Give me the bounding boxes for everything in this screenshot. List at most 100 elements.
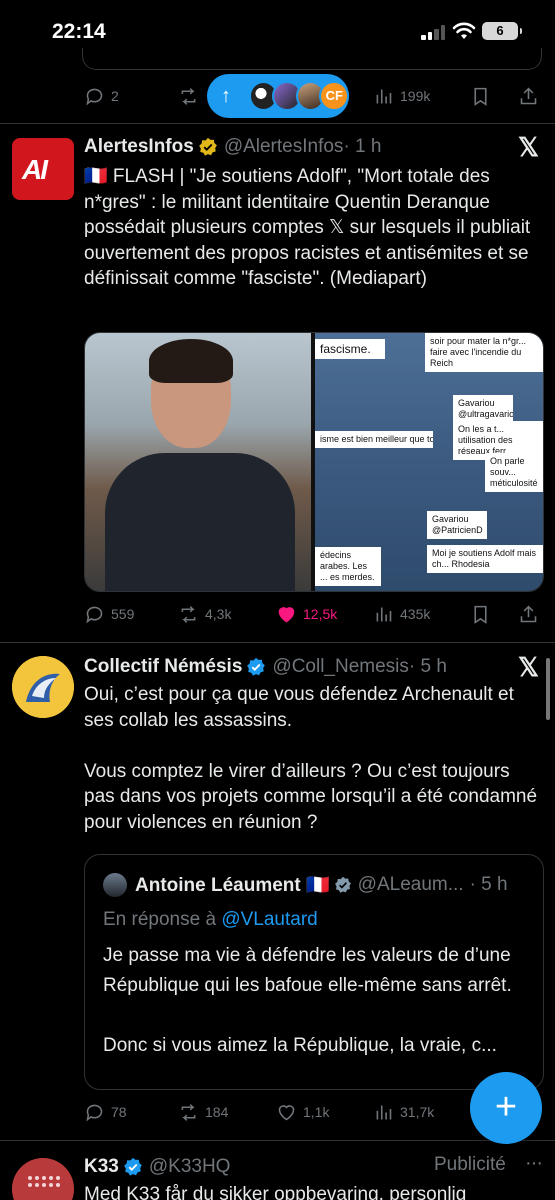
verified-badge-icon <box>247 657 266 676</box>
repost-icon <box>181 87 196 105</box>
collage-snippet: isme est bien meilleur que ton <box>315 431 433 448</box>
share-icon <box>520 87 537 104</box>
views-icon <box>376 89 392 103</box>
avatar[interactable] <box>12 1158 74 1200</box>
new-post-avatar: CF <box>319 81 350 111</box>
post-time: · 1 h <box>343 136 382 157</box>
repost-icon <box>181 1103 196 1121</box>
cellular-signal-icon <box>421 25 447 40</box>
quoted-post-text: Je passe ma vie à défendre les valeurs d… <box>103 945 512 1056</box>
photo-shirt <box>105 453 295 591</box>
collage-snippet: Gavariou @PatricienD <box>427 511 487 539</box>
new-posts-button[interactable]: ↑ CF <box>207 74 350 118</box>
compose-post-button[interactable]: + <box>470 1072 542 1144</box>
views-icon <box>376 1105 392 1119</box>
quoted-post-header: Antoine Léaument 🇫🇷 @ALeaum... · 5 h <box>103 873 508 897</box>
reply-button[interactable]: 2 <box>84 76 119 116</box>
author-handle[interactable]: @K33HQ <box>149 1156 231 1178</box>
collage-snippet: soir pour mater la n*gr... faire avec l'… <box>425 333 543 372</box>
reply-count: 559 <box>111 606 135 622</box>
like-button[interactable]: 12,5k <box>276 594 337 634</box>
post-header: K33 @K33HQ <box>84 1154 230 1180</box>
author-handle[interactable]: @AlertesInfos <box>224 136 344 158</box>
more-options-icon[interactable]: ··· <box>525 1152 543 1175</box>
collage-snippet: Moi je soutiens Adolf mais ch... Rhodesi… <box>427 545 543 573</box>
bookmark-icon <box>474 87 487 106</box>
like-button[interactable]: 1,1k <box>276 1092 329 1132</box>
screenshot-collage-photo[interactable]: fascisme. soir pour mater la n*gr... fai… <box>315 333 543 591</box>
quoted-post-time: · 5 h <box>469 874 508 895</box>
reply-button[interactable]: 559 <box>84 594 134 634</box>
quoted-author-avatar <box>103 873 127 897</box>
post-media[interactable]: fascisme. soir pour mater la n*gr... fai… <box>84 332 544 592</box>
bookmark-icon <box>474 605 487 624</box>
post-text: 🇫🇷 FLASH | "Je soutiens Adolf", "Mort to… <box>84 166 531 289</box>
avatar[interactable] <box>12 656 74 718</box>
like-count: 1,1k <box>303 1104 330 1120</box>
author-handle[interactable]: @Coll_Nemesis <box>272 656 409 678</box>
heart-icon <box>278 1104 295 1120</box>
collage-snippet: Gavariou @ultragavariou <box>453 395 513 423</box>
author-name[interactable]: Collectif Némésis <box>84 656 242 678</box>
post-divider <box>0 642 555 643</box>
battery-icon: 6 <box>482 22 522 40</box>
collage-snippet: édecins arabes. Les ... es merdes. <box>315 547 381 586</box>
views-button[interactable]: 31,7k <box>373 1092 434 1132</box>
reply-button[interactable]: 78 <box>84 1092 127 1132</box>
share-button[interactable] <box>518 76 539 116</box>
author-name[interactable]: AlertesInfos <box>84 136 194 158</box>
repost-button[interactable]: 4,3k <box>178 594 231 634</box>
verified-badge-icon <box>124 1157 142 1176</box>
reply-icon <box>86 88 103 105</box>
previous-quote-card-edge <box>82 48 542 70</box>
post-action-bar: 559 4,3k 12,5k 435k <box>0 594 555 634</box>
portrait-photo[interactable] <box>85 333 311 591</box>
bookmark-button[interactable] <box>470 594 491 634</box>
author-name[interactable]: K33 <box>84 1156 119 1178</box>
bookmark-button[interactable] <box>470 76 491 116</box>
share-icon <box>520 605 537 622</box>
status-time: 22:14 <box>52 20 106 43</box>
reply-icon <box>86 606 103 623</box>
reply-context-label: En réponse à <box>103 909 217 930</box>
ad-label: Publicité <box>434 1154 506 1175</box>
nemesis-logo-icon <box>12 656 74 718</box>
photo-hair <box>149 339 233 383</box>
post-header: AlertesInfos @AlertesInfos · 1 h <box>84 134 381 160</box>
like-count: 12,5k <box>303 606 338 622</box>
avatar-logo-text: AI <box>22 154 48 185</box>
x-logo-icon: 𝕏 <box>518 652 539 682</box>
reply-count: 2 <box>111 88 119 104</box>
views-button[interactable]: 199k <box>373 76 430 116</box>
post-text: Med K33 får du sikker oppbevaring, perso… <box>84 1184 467 1200</box>
k33-logo-icon <box>12 1158 74 1200</box>
heart-filled-icon <box>278 606 295 622</box>
collage-snippet: On parle souv... méticulosité <box>485 453 543 492</box>
avatar[interactable]: AI <box>12 138 74 200</box>
repost-button[interactable] <box>178 76 199 116</box>
arrow-up-icon: ↑ <box>221 84 231 107</box>
gray-verified-badge-icon <box>334 876 351 893</box>
repost-button[interactable]: 184 <box>178 1092 228 1132</box>
quoted-post-card[interactable]: Antoine Léaument 🇫🇷 @ALeaum... · 5 h En … <box>84 854 544 1090</box>
repost-count: 184 <box>205 1104 229 1120</box>
post-time: · 5 h <box>408 656 447 677</box>
views-button[interactable]: 435k <box>373 594 430 634</box>
views-count: 435k <box>400 606 431 622</box>
reply-mention-link[interactable]: @VLautard <box>221 909 317 930</box>
views-icon <box>376 607 392 621</box>
quoted-author-handle: @ALeaum... <box>357 874 464 895</box>
collage-snippet: fascisme. <box>315 339 385 359</box>
post-divider <box>0 123 555 124</box>
post-text: Oui, c’est pour ça que vous défendez Arc… <box>84 684 538 833</box>
repost-icon <box>181 605 196 623</box>
repost-count: 4,3k <box>205 606 232 622</box>
scrollbar[interactable] <box>546 658 550 720</box>
gold-verified-badge-icon <box>198 137 217 156</box>
quoted-author-name: Antoine Léaument 🇫🇷 <box>135 875 330 896</box>
post-header: Collectif Némésis @Coll_Nemesis · 5 h <box>84 654 447 680</box>
views-count: 199k <box>400 88 431 104</box>
share-button[interactable] <box>518 594 539 634</box>
post-divider <box>0 1140 555 1141</box>
reply-context: En réponse à @VLautard <box>103 909 318 931</box>
